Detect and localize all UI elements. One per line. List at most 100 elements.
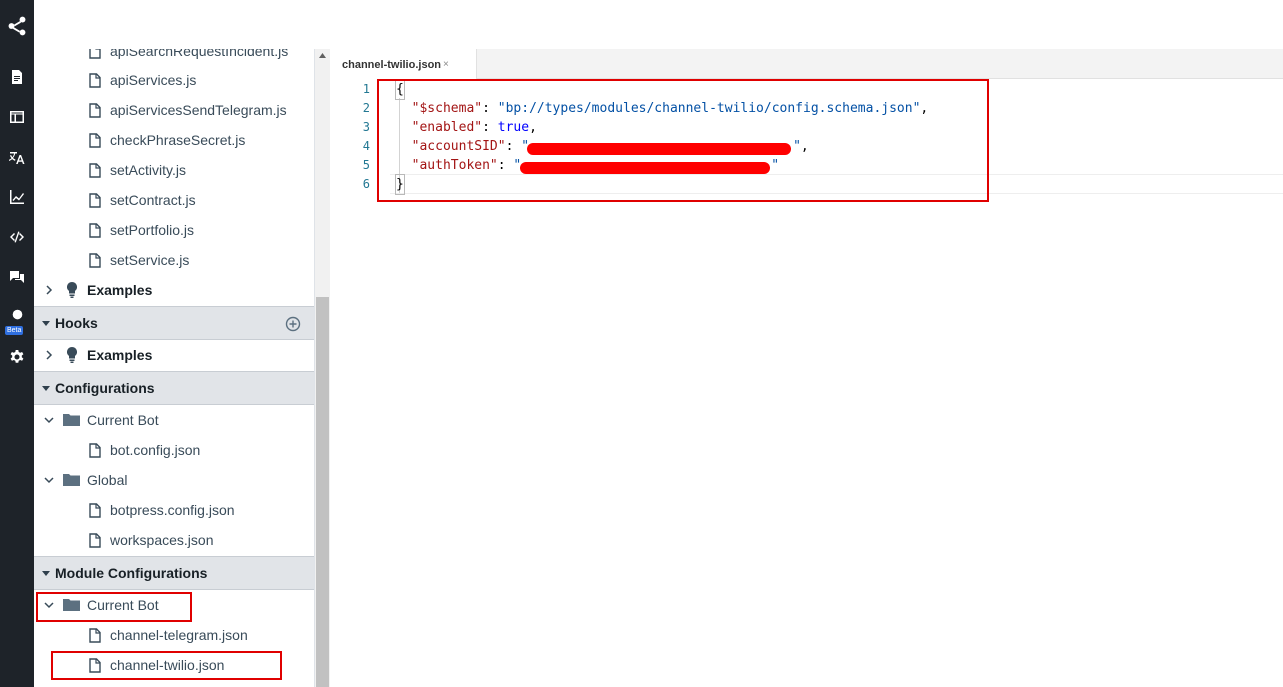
file-label: apiSearchRequestIncident.js xyxy=(110,49,289,59)
chevron-down-icon xyxy=(44,602,54,609)
folder-current-bot-config[interactable]: Current Bot xyxy=(34,405,314,435)
file-icon xyxy=(89,163,101,178)
flows-icon[interactable] xyxy=(0,101,34,133)
open-brace: { xyxy=(395,79,405,100)
file-item-active[interactable]: channel-twilio.json xyxy=(34,650,314,680)
section-configurations[interactable]: Configurations xyxy=(34,371,314,405)
tab-channel-twilio[interactable]: channel-twilio.json × xyxy=(330,49,477,79)
top-header xyxy=(34,0,1283,49)
chevron-right-icon xyxy=(46,285,53,295)
folder-examples-actions[interactable]: Examples xyxy=(34,275,314,305)
add-circle-icon[interactable] xyxy=(285,316,301,332)
file-item[interactable]: setActivity.js xyxy=(34,155,314,185)
code-editor-icon[interactable] xyxy=(0,221,34,253)
json-key: "enabled" xyxy=(411,120,483,135)
line-number: 1 xyxy=(362,82,370,96)
file-icon xyxy=(89,223,101,238)
folder-label: Global xyxy=(87,472,128,488)
json-boolean-value: true xyxy=(497,120,530,135)
json-quote: " xyxy=(771,158,780,173)
code-area[interactable]: 1 2 3 4 5 6 { "$schema": "bp://types/mod… xyxy=(330,79,1283,687)
json-comma: , xyxy=(529,120,537,135)
tab-label: channel-twilio.json xyxy=(342,59,442,71)
file-label: setActivity.js xyxy=(110,162,186,178)
json-colon: : xyxy=(482,101,498,116)
scrollbar-thumb[interactable] xyxy=(316,297,329,687)
json-comma: , xyxy=(800,139,809,154)
section-hooks[interactable]: Hooks xyxy=(34,306,314,340)
redaction-mark-auth-token xyxy=(520,162,770,174)
file-item[interactable]: workspaces.json xyxy=(34,525,314,555)
current-line-highlight xyxy=(390,174,1283,194)
folder-examples-hooks[interactable]: Examples xyxy=(34,340,314,370)
folder-icon xyxy=(63,474,80,486)
file-label: setService.js xyxy=(110,252,190,268)
content-icon[interactable] xyxy=(0,61,34,93)
json-colon: : xyxy=(505,139,522,154)
file-icon xyxy=(89,73,101,88)
file-icon xyxy=(89,253,101,268)
file-label: setPortfolio.js xyxy=(110,222,195,238)
json-colon: : xyxy=(497,158,514,173)
folder-current-bot-module[interactable]: Current Bot xyxy=(34,590,314,620)
chevron-right-icon xyxy=(46,350,53,360)
folder-icon xyxy=(63,599,80,611)
translate-icon[interactable] xyxy=(0,141,34,173)
file-label: apiServicesSendTelegram.js xyxy=(110,102,287,118)
file-item[interactable]: apiServices.js xyxy=(34,65,314,95)
code-editor: channel-twilio.json × 1 2 3 4 5 6 { "$sc… xyxy=(330,49,1283,687)
folder-global[interactable]: Global xyxy=(34,465,314,495)
file-label: botpress.config.json xyxy=(110,502,235,518)
code-line-3: "enabled": true, xyxy=(396,118,537,137)
lightbulb-icon xyxy=(67,282,77,298)
beta-module-icon[interactable] xyxy=(0,302,34,326)
line-number: 5 xyxy=(362,158,370,172)
chat-icon[interactable] xyxy=(0,261,34,293)
file-label: channel-telegram.json xyxy=(110,627,248,643)
file-item[interactable]: apiSearchRequestIncident.js xyxy=(34,49,314,66)
json-quote: " xyxy=(793,139,801,154)
json-key: "authToken" xyxy=(411,158,498,173)
section-title: Hooks xyxy=(55,315,98,331)
file-label: workspaces.json xyxy=(110,532,214,548)
file-icon xyxy=(89,628,101,643)
file-icon xyxy=(89,443,101,458)
close-icon[interactable]: × xyxy=(443,59,449,70)
settings-icon[interactable] xyxy=(0,341,34,373)
file-item[interactable]: channel-telegram.json xyxy=(34,620,314,650)
code-line-6: } xyxy=(395,174,405,195)
line-number: 2 xyxy=(362,101,370,115)
file-label: bot.config.json xyxy=(110,442,201,458)
code-line-1: { xyxy=(395,79,405,100)
explorer-scrollbar[interactable] xyxy=(315,49,330,687)
file-item[interactable]: apiServicesSendTelegram.js xyxy=(34,95,314,125)
line-number: 3 xyxy=(362,120,370,134)
scroll-up-arrow-icon[interactable] xyxy=(315,53,330,63)
file-icon xyxy=(89,49,101,59)
line-number: 6 xyxy=(362,177,370,191)
file-item[interactable]: setService.js xyxy=(34,245,314,275)
beta-badge: Beta xyxy=(5,326,24,335)
file-item[interactable]: checkPhraseSecret.js xyxy=(34,125,314,155)
folder-label: Current Bot xyxy=(87,412,159,428)
json-comma: , xyxy=(920,101,929,116)
section-module-configurations[interactable]: Module Configurations xyxy=(34,556,314,590)
folder-label: Examples xyxy=(87,347,153,363)
file-label: apiServices.js xyxy=(110,72,197,88)
caret-down-icon xyxy=(42,321,50,326)
icon-rail: Beta xyxy=(0,0,34,687)
folder-label: Current Bot xyxy=(87,597,159,613)
file-item[interactable]: setContract.js xyxy=(34,185,314,215)
file-item[interactable]: bot.config.json xyxy=(34,435,314,465)
file-label: setContract.js xyxy=(110,192,196,208)
file-label: checkPhraseSecret.js xyxy=(110,132,246,148)
file-item[interactable]: setPortfolio.js xyxy=(34,215,314,245)
chevron-down-icon xyxy=(44,417,54,424)
section-title: Module Configurations xyxy=(55,565,208,581)
file-icon xyxy=(89,133,101,148)
lightbulb-icon xyxy=(67,347,77,363)
share-logo-icon[interactable] xyxy=(0,8,34,44)
analytics-icon[interactable] xyxy=(0,181,34,213)
file-item[interactable]: botpress.config.json xyxy=(34,495,314,525)
chevron-down-icon xyxy=(44,477,54,484)
